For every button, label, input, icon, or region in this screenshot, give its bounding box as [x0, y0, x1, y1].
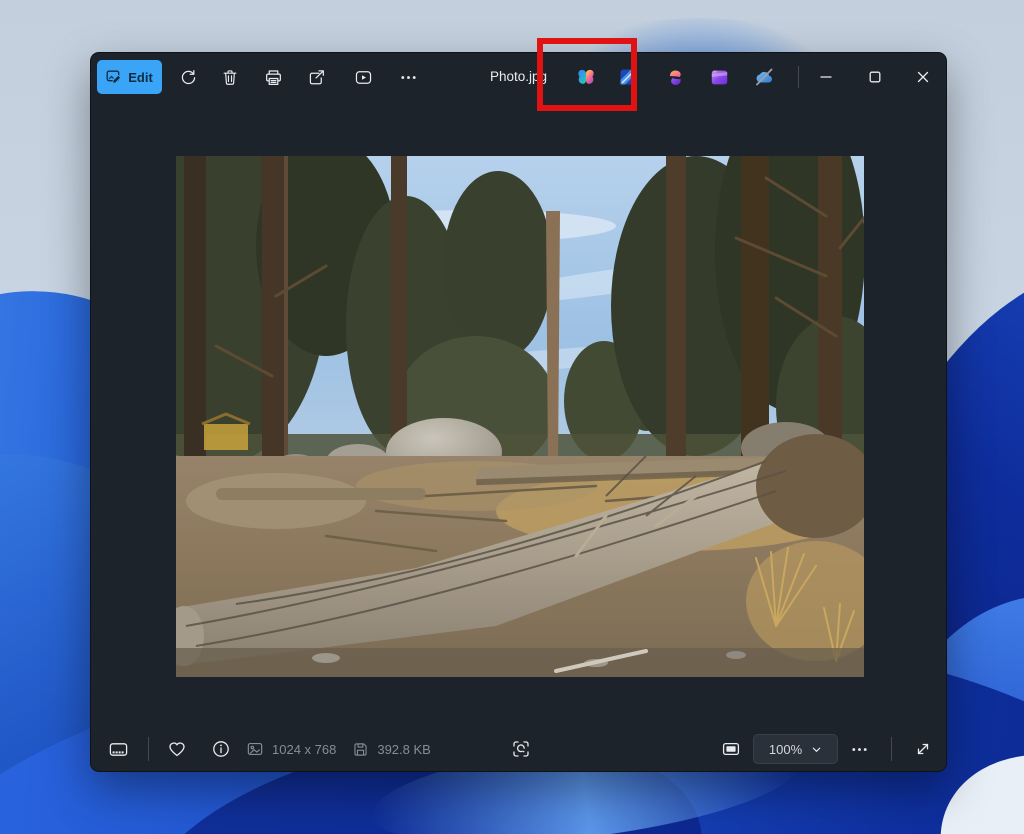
- onedrive-button[interactable]: [750, 63, 778, 91]
- clipchamp-button[interactable]: [705, 63, 733, 91]
- dimensions-icon: [247, 743, 263, 755]
- file-info-button[interactable]: [205, 733, 237, 765]
- file-metadata: 1024 x 768 392.8 KB: [246, 727, 431, 771]
- favorite-button[interactable]: [161, 733, 193, 765]
- visual-search-button[interactable]: [505, 733, 537, 765]
- designer-icon: [669, 70, 681, 85]
- share-icon: [309, 69, 324, 84]
- titlebar: Edit Photo.jpg: [91, 53, 946, 101]
- fit-to-window-button[interactable]: [715, 733, 747, 765]
- copilot-icon: [578, 69, 594, 84]
- desktop: Edit Photo.jpg 1024 x 768 392.8 KB 100%: [0, 0, 1024, 834]
- fullscreen-button[interactable]: [907, 733, 939, 765]
- ai-edit-button[interactable]: [614, 63, 642, 91]
- fullscreen-icon: [917, 743, 929, 755]
- slideshow-button[interactable]: [347, 61, 379, 93]
- print-button[interactable]: [257, 61, 289, 93]
- file-size: 392.8 KB: [377, 741, 431, 757]
- close-button[interactable]: [908, 62, 937, 92]
- maximize-button[interactable]: [860, 62, 889, 92]
- rotate-icon: [181, 69, 195, 84]
- more-zoom-options-button[interactable]: [843, 733, 875, 765]
- photos-app-window: Edit Photo.jpg 1024 x 768 392.8 KB 100%: [90, 52, 947, 772]
- info-icon: [213, 741, 229, 757]
- ai-edit-blue-icon: [620, 69, 636, 85]
- edit-button[interactable]: Edit: [97, 60, 162, 94]
- printer-icon: [265, 69, 281, 85]
- rotate-button[interactable]: [172, 61, 204, 93]
- more-icon: [851, 747, 867, 751]
- minimize-button[interactable]: [811, 62, 840, 92]
- close-icon: [917, 71, 928, 83]
- zoom-level-dropdown[interactable]: 100%: [753, 734, 838, 764]
- more-icon: [400, 75, 416, 79]
- heart-icon: [169, 742, 185, 757]
- statusbar-divider: [891, 737, 892, 761]
- status-toolbar: 1024 x 768 392.8 KB 100%: [91, 727, 946, 771]
- clipchamp-icon: [711, 70, 727, 84]
- photo-canvas[interactable]: [176, 156, 864, 677]
- edit-button-label: Edit: [128, 69, 153, 85]
- onedrive-offline-icon: [756, 68, 773, 86]
- fit-to-window-icon: [722, 742, 740, 756]
- share-button[interactable]: [300, 61, 332, 93]
- zoom-level-value: 100%: [768, 741, 803, 757]
- image-dimensions: 1024 x 768: [272, 741, 337, 757]
- copilot-button[interactable]: [572, 63, 600, 91]
- statusbar-divider: [148, 737, 149, 761]
- minimize-icon: [819, 76, 832, 78]
- edit-image-icon: [106, 70, 122, 84]
- maximize-icon: [869, 71, 880, 83]
- delete-button[interactable]: [214, 61, 246, 93]
- titlebar-divider: [798, 66, 799, 88]
- filmstrip-toggle-button[interactable]: [102, 733, 134, 765]
- filmstrip-icon: [109, 742, 127, 756]
- more-options-button[interactable]: [392, 61, 424, 93]
- slideshow-icon: [355, 70, 371, 84]
- visual-search-icon: [513, 741, 529, 757]
- trash-icon: [223, 69, 237, 85]
- designer-button[interactable]: [661, 63, 689, 91]
- chevron-down-icon: [812, 747, 821, 752]
- file-size-icon: [354, 742, 367, 756]
- photo-image: [176, 156, 864, 677]
